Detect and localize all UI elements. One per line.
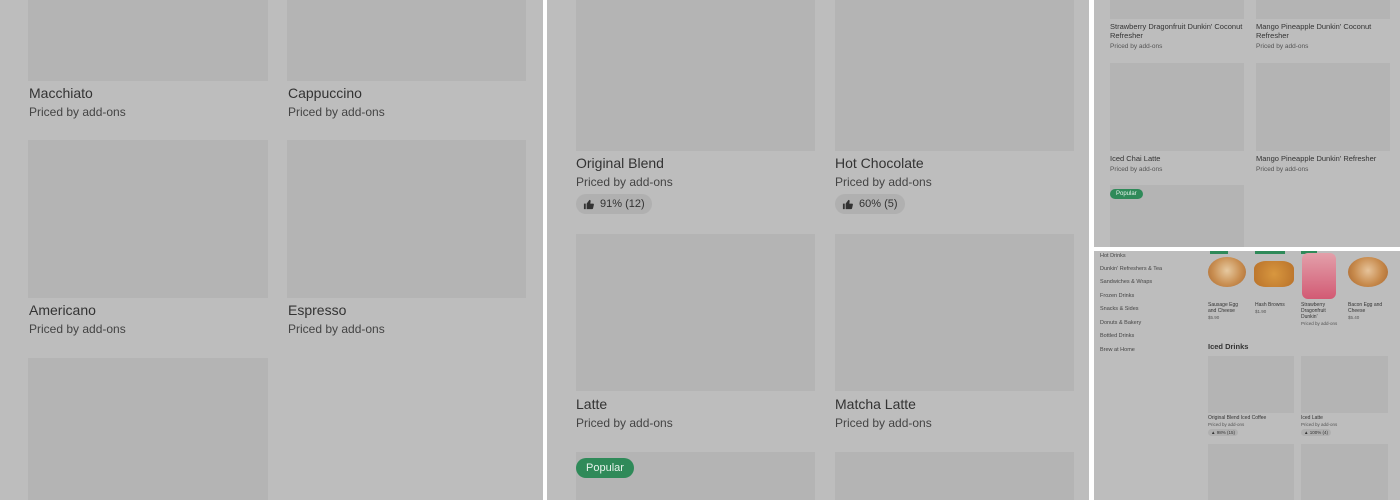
product-image[interactable]: [28, 358, 268, 500]
product-price: Priced by add-ons: [1208, 422, 1245, 427]
product-image-matcha-latte[interactable]: [835, 234, 1074, 391]
product-name[interactable]: Hot Chocolate: [835, 155, 924, 171]
product-image[interactable]: [1301, 444, 1388, 500]
rating-text: 91% (12): [600, 198, 645, 210]
product-name[interactable]: Mango Pineapple Dunkin' Refresher: [1256, 154, 1376, 163]
thumbs-up-icon: [842, 199, 853, 209]
product-name[interactable]: Mango Pineapple Dunkin' Coconut Refreshe…: [1256, 22, 1392, 40]
product-price: Priced by add-ons: [835, 175, 932, 189]
nav-item-hot-drinks[interactable]: Hot Drinks: [1100, 253, 1126, 259]
product-image-mango-pineapple-refresher[interactable]: [1256, 63, 1390, 151]
menu-panel-overview: Hot Drinks Dunkin' Refreshers & Tea Sand…: [1094, 251, 1400, 500]
rating-badge: ▲ 98% (15): [1208, 429, 1238, 436]
product-name[interactable]: Bacon Egg and Cheese: [1348, 302, 1388, 314]
product-price: Priced by add-ons: [1301, 321, 1338, 326]
nav-item-brew-at-home[interactable]: Brew at Home: [1100, 347, 1135, 353]
hash-browns-image[interactable]: [1254, 261, 1294, 287]
thumbs-up-icon: ▲: [1211, 430, 1216, 435]
product-image[interactable]: [1110, 0, 1244, 19]
product-name[interactable]: Strawberry Dragonfruit Dunkin': [1301, 302, 1337, 320]
bacon-egg-cheese-image[interactable]: [1348, 257, 1388, 287]
product-price: Priced by add-ons: [1110, 166, 1163, 173]
product-price: Priced by add-ons: [288, 322, 385, 336]
nav-item-snacks[interactable]: Snacks & Sides: [1100, 306, 1139, 312]
section-title-iced-drinks: Iced Drinks: [1208, 342, 1249, 351]
product-image[interactable]: [1256, 0, 1390, 19]
product-name[interactable]: Americano: [29, 302, 96, 318]
thumbs-up-icon: ▲: [1304, 430, 1309, 435]
product-image-iced-latte[interactable]: [1301, 356, 1388, 413]
product-image-cappuccino[interactable]: [287, 0, 526, 81]
product-price: Priced by add-ons: [576, 175, 673, 189]
strawberry-dragonfruit-image[interactable]: [1302, 253, 1336, 299]
product-name[interactable]: Original Blend: [576, 155, 664, 171]
product-price: Priced by add-ons: [29, 322, 126, 336]
product-name[interactable]: Hash Browns: [1255, 302, 1291, 308]
rating-text: 98% (15): [1216, 430, 1235, 435]
product-price: Priced by add-ons: [576, 416, 673, 430]
product-price: Priced by add-ons: [835, 416, 932, 430]
nav-item-bottled-drinks[interactable]: Bottled Drinks: [1100, 333, 1134, 339]
sausage-egg-cheese-image[interactable]: [1208, 257, 1246, 287]
product-image-original-blend[interactable]: [576, 0, 815, 151]
rating-text: 100% (4): [1309, 430, 1328, 435]
product-image-macchiato[interactable]: [28, 0, 268, 81]
product-name[interactable]: Latte: [576, 396, 607, 412]
nav-item-frozen-drinks[interactable]: Frozen Drinks: [1100, 293, 1134, 299]
product-image-iced-coffee[interactable]: [1208, 356, 1294, 413]
product-name[interactable]: Iced Latte: [1301, 415, 1323, 421]
rating-badge: ▲ 100% (4): [1301, 429, 1331, 436]
menu-panel-featured: Original Blend Priced by add-ons 91% (12…: [547, 0, 1089, 500]
popular-badge: Popular: [576, 458, 634, 478]
product-name[interactable]: Cappuccino: [288, 85, 362, 101]
product-price: Priced by add-ons: [1256, 43, 1309, 50]
product-image[interactable]: [835, 452, 1074, 500]
menu-panel-hot-drinks: Macchiato Priced by add-ons Cappuccino P…: [0, 0, 543, 500]
product-name[interactable]: Original Blend Iced Coffee: [1208, 415, 1266, 421]
product-image[interactable]: [1208, 444, 1294, 500]
thumbs-up-icon: [583, 199, 594, 209]
product-image-hot-chocolate[interactable]: [835, 0, 1074, 151]
product-image-latte[interactable]: [576, 234, 815, 391]
product-price: $1.90: [1255, 309, 1267, 314]
product-name[interactable]: Strawberry Dragonfruit Dunkin' Coconut R…: [1110, 22, 1246, 40]
menu-panel-refreshers: Strawberry Dragonfruit Dunkin' Coconut R…: [1094, 0, 1400, 247]
nav-item-refreshers[interactable]: Dunkin' Refreshers & Tea: [1100, 266, 1162, 272]
nav-item-donuts[interactable]: Donuts & Bakery: [1100, 320, 1141, 326]
product-price: $5.40: [1348, 315, 1360, 320]
rating-text: 60% (5): [859, 198, 898, 210]
rating-badge: 91% (12): [576, 194, 652, 214]
rating-badge: 60% (5): [835, 194, 905, 214]
product-price: Priced by add-ons: [1256, 166, 1309, 173]
product-price: $5.90: [1208, 315, 1220, 320]
product-price: Priced by add-ons: [29, 105, 126, 119]
product-name[interactable]: Espresso: [288, 302, 346, 318]
nav-item-sandwiches[interactable]: Sandwiches & Wraps: [1100, 279, 1152, 285]
product-price: Priced by add-ons: [1110, 43, 1163, 50]
popular-marker: [1255, 251, 1285, 254]
product-image-espresso[interactable]: [287, 140, 526, 298]
product-price: Priced by add-ons: [1301, 422, 1338, 427]
product-name[interactable]: Iced Chai Latte: [1110, 154, 1160, 163]
product-name[interactable]: Sausage Egg and Cheese: [1208, 302, 1244, 314]
product-name[interactable]: Macchiato: [29, 85, 93, 101]
product-name[interactable]: Matcha Latte: [835, 396, 916, 412]
product-image-americano[interactable]: [28, 140, 268, 298]
popular-badge: Popular: [1110, 189, 1143, 199]
popular-marker: [1210, 251, 1228, 254]
product-price: Priced by add-ons: [288, 105, 385, 119]
product-image-iced-chai-latte[interactable]: [1110, 63, 1244, 151]
